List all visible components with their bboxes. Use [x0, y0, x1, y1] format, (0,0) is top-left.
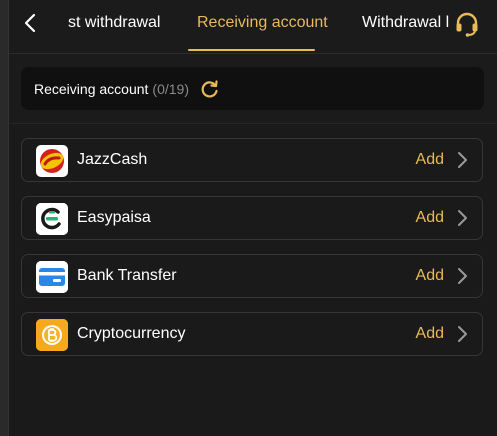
- add-button[interactable]: Add: [416, 139, 444, 181]
- bank-card-icon: [36, 261, 68, 293]
- tabs-bar: st withdrawal Receiving account Withdraw…: [49, 0, 449, 54]
- refresh-icon: [201, 79, 218, 97]
- add-button[interactable]: Add: [416, 313, 444, 355]
- add-button[interactable]: Add: [416, 197, 444, 239]
- header: st withdrawal Receiving account Withdraw…: [9, 0, 497, 54]
- method-row-jazzcash[interactable]: JazzCash Add: [21, 138, 483, 182]
- active-tab-indicator: [188, 49, 315, 51]
- refresh-button[interactable]: [199, 78, 221, 100]
- payment-methods-panel: JazzCash Add Easypaisa Add Bank Transfer…: [9, 123, 497, 436]
- tab-withdrawal-record[interactable]: Withdrawal l: [362, 0, 449, 54]
- left-edge-strip: [0, 0, 9, 436]
- headset-icon: [456, 12, 478, 37]
- method-row-bank-transfer[interactable]: Bank Transfer Add: [21, 254, 483, 298]
- chevron-right-icon: [458, 152, 467, 168]
- method-name: JazzCash: [77, 151, 148, 168]
- bitcoin-icon: [36, 319, 68, 351]
- chevron-right-icon: [458, 210, 467, 226]
- method-row-easypaisa[interactable]: Easypaisa Add: [21, 196, 483, 240]
- method-name: Bank Transfer: [77, 267, 177, 284]
- customer-support-button[interactable]: [452, 9, 482, 39]
- account-count: (0/19): [152, 80, 189, 97]
- chevron-left-icon: [24, 13, 36, 33]
- tab-receiving-account[interactable]: Receiving account: [197, 0, 328, 54]
- jazzcash-logo: [36, 145, 68, 177]
- tab-withdrawal[interactable]: st withdrawal: [68, 0, 160, 54]
- easypaisa-logo: [36, 203, 68, 235]
- receiving-account-bar: Receiving account (0/19): [21, 67, 484, 110]
- method-name: Cryptocurrency: [77, 325, 186, 342]
- method-row-cryptocurrency[interactable]: Cryptocurrency Add: [21, 312, 483, 356]
- back-button[interactable]: [17, 10, 43, 36]
- chevron-right-icon: [458, 326, 467, 342]
- chevron-right-icon: [458, 268, 467, 284]
- method-name: Easypaisa: [77, 209, 151, 226]
- withdrawal-app: st withdrawal Receiving account Withdraw…: [9, 0, 497, 436]
- receiving-account-title: Receiving account: [34, 80, 149, 97]
- add-button[interactable]: Add: [416, 255, 444, 297]
